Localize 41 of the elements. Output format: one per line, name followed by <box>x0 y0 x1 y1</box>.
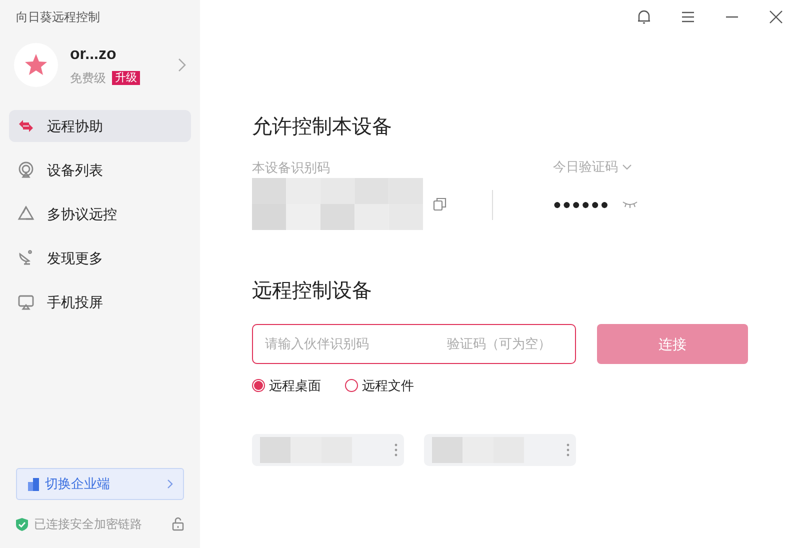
sidebar-item-label: 多协议远控 <box>47 204 117 224</box>
bell-icon[interactable] <box>636 9 652 25</box>
star-avatar-icon <box>14 43 58 87</box>
section-title: 远程控制设备 <box>252 279 373 304</box>
chevron-right-icon <box>167 479 173 489</box>
copy-icon[interactable] <box>433 197 447 211</box>
upgrade-badge[interactable]: 升级 <box>112 71 140 85</box>
sidebar-item[interactable]: 设备列表 <box>9 154 191 186</box>
more-vertical-icon[interactable] <box>394 442 398 456</box>
more-vertical-icon[interactable] <box>566 442 570 456</box>
sidebar-item-label: 设备列表 <box>47 160 103 180</box>
sidebar-item[interactable]: 发现更多 <box>9 242 191 274</box>
sidebar-item[interactable]: 多协议远控 <box>9 198 191 230</box>
sidebar-item[interactable]: 远程协助 <box>9 110 191 142</box>
app-title: 向日葵远程控制 <box>15 9 101 26</box>
satellite-dish-icon <box>17 249 35 267</box>
sidebar-item-label: 远程协助 <box>47 116 103 136</box>
sidebar-item-label: 手机投屏 <box>47 292 103 312</box>
screen-icon <box>17 293 35 311</box>
masked-code: ●●●●●● <box>553 194 610 214</box>
sidebar-item-label: 发现更多 <box>47 248 103 268</box>
section-title: 允许控制本设备 <box>252 115 393 140</box>
mode-radio[interactable]: 远程文件 <box>345 376 414 396</box>
device-id-label: 本设备识别码 <box>252 159 331 176</box>
partner-id-field[interactable]: 请输入伙伴识别码 <box>265 334 425 354</box>
account-name: or...zo <box>70 45 118 65</box>
code-field[interactable]: 验证码（可为空） <box>447 334 577 354</box>
chevron-right-icon[interactable] <box>178 58 186 72</box>
tier-label: 免费级 <box>70 70 106 87</box>
shield-check-icon <box>16 518 28 530</box>
security-status: 已连接安全加密链路 <box>34 516 143 533</box>
close-icon[interactable] <box>768 9 784 25</box>
sidebar-item[interactable]: 手机投屏 <box>9 286 191 318</box>
mode-radio[interactable]: 远程桌面 <box>252 376 321 396</box>
broadcast-icon <box>17 161 35 179</box>
menu-icon[interactable] <box>680 9 696 25</box>
building-icon <box>27 477 41 491</box>
unlocked-padlock-icon[interactable] <box>172 517 184 531</box>
switch-enterprise-button[interactable]: 切换企业端 <box>16 468 184 500</box>
chevron-down-icon[interactable] <box>622 164 632 170</box>
closed-eye-icon[interactable] <box>622 200 638 208</box>
